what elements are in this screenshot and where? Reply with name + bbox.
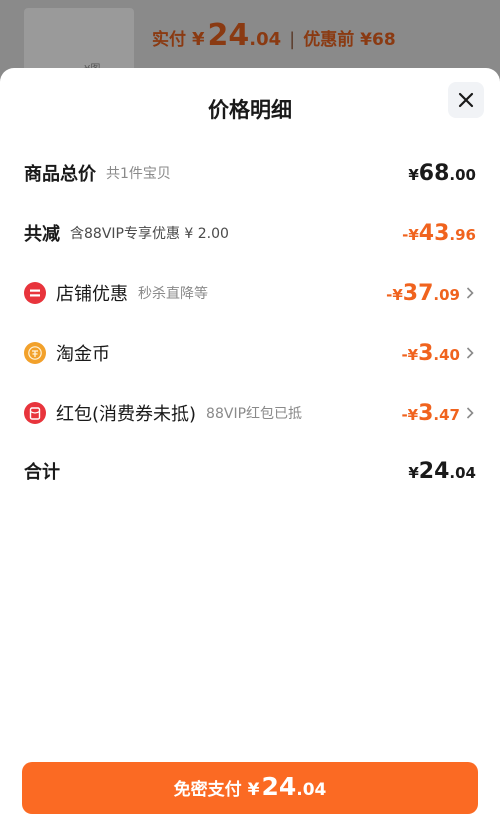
row-total-reduction: 共减 含88VIP专享优惠 ¥ 2.00 -¥ 43 .96 <box>24 218 476 248</box>
store-discount-label: 店铺优惠 <box>56 284 128 305</box>
close-button[interactable] <box>448 82 484 118</box>
amount-int: 43 <box>418 220 450 246</box>
amount-yen: -¥ <box>402 225 419 244</box>
sum-label: 合计 <box>24 462 60 483</box>
chevron-right-icon <box>466 406 476 420</box>
red-packet-amount: -¥ 3 .47 <box>401 401 460 426</box>
taojinbi-amount: -¥ 3 .40 <box>401 341 460 366</box>
amount-dec: .47 <box>433 405 460 424</box>
pay-int: 24 <box>261 772 297 801</box>
amount-yen: ¥ <box>408 165 419 184</box>
store-discount-amount: -¥ 37 .09 <box>386 281 460 306</box>
amount-int: 3 <box>418 340 434 366</box>
row-goods-total: 商品总价 共1件宝贝 ¥ 68 .00 <box>24 158 476 188</box>
amount-int: 24 <box>418 458 450 484</box>
before-discount-price: 优惠前 ¥68 <box>303 30 396 50</box>
close-icon <box>458 92 474 108</box>
price-separator: | <box>289 29 296 50</box>
amount-dec: .00 <box>449 165 476 184</box>
chevron-right-icon <box>466 286 476 300</box>
paid-yen: ¥ <box>192 29 205 50</box>
price-detail-sheet: 价格明细 商品总价 共1件宝贝 ¥ 68 .00 共减 含88VIP专享优惠 ¥… <box>0 68 500 829</box>
amount-dec: .04 <box>449 463 476 482</box>
red-packet-sub: 88VIP红包已抵 <box>206 406 303 422</box>
red-packet-label: 红包(消费券未抵) <box>56 404 197 425</box>
product-thumbnail <box>24 8 134 76</box>
sheet-title: 价格明细 <box>208 98 292 122</box>
amount-yen: ¥ <box>408 463 419 482</box>
pay-dec: .04 <box>296 780 327 800</box>
store-discount-sub: 秒杀直降等 <box>138 286 208 302</box>
amount-dec: .09 <box>433 285 460 304</box>
paid-int: 24 <box>207 18 250 53</box>
chevron-right-icon <box>466 346 476 360</box>
reduction-sub: 含88VIP专享优惠 ¥ 2.00 <box>70 226 229 242</box>
reduction-amount: -¥ 43 .96 <box>402 221 476 246</box>
amount-int: 3 <box>418 400 434 426</box>
amount-yen: -¥ <box>386 285 403 304</box>
reduction-label: 共减 <box>24 224 60 245</box>
paid-dec: .04 <box>249 29 282 50</box>
amount-int: 37 <box>402 280 434 306</box>
amount-dec: .96 <box>449 225 476 244</box>
row-red-packet[interactable]: 红包(消费券未抵) 88VIP红包已抵 -¥ 3 .47 <box>24 398 476 428</box>
goods-total-amount: ¥ 68 .00 <box>408 161 476 186</box>
pay-yen: ¥ <box>247 780 260 800</box>
row-store-discount[interactable]: 店铺优惠 秒杀直降等 -¥ 37 .09 <box>24 278 476 308</box>
coin-icon <box>24 342 46 364</box>
goods-total-sub: 共1件宝贝 <box>106 166 171 182</box>
password-free-pay-button[interactable]: 免密支付 ¥ 24 .04 <box>22 762 478 814</box>
minus-bars-glyph <box>30 289 40 297</box>
envelope-glyph <box>29 406 41 420</box>
background-price: 实付 ¥ 24 .04 | 优惠前 ¥68 <box>152 18 396 68</box>
row-taojinbi[interactable]: 淘金币 -¥ 3 .40 <box>24 338 476 368</box>
amount-dec: .40 <box>433 345 460 364</box>
sum-amount: ¥ 24 .04 <box>408 459 476 484</box>
goods-total-label: 商品总价 <box>24 164 96 185</box>
amount-int: 68 <box>418 160 450 186</box>
paid-label: 实付 <box>152 30 186 50</box>
store-discount-icon <box>24 282 46 304</box>
pay-label: 免密支付 <box>173 780 242 800</box>
row-sum: 合计 ¥ 24 .04 <box>24 456 476 486</box>
red-packet-icon <box>24 402 46 424</box>
amount-yen: -¥ <box>401 345 419 364</box>
taojinbi-label: 淘金币 <box>56 344 110 365</box>
coin-glyph <box>28 346 42 360</box>
amount-yen: -¥ <box>401 405 419 424</box>
